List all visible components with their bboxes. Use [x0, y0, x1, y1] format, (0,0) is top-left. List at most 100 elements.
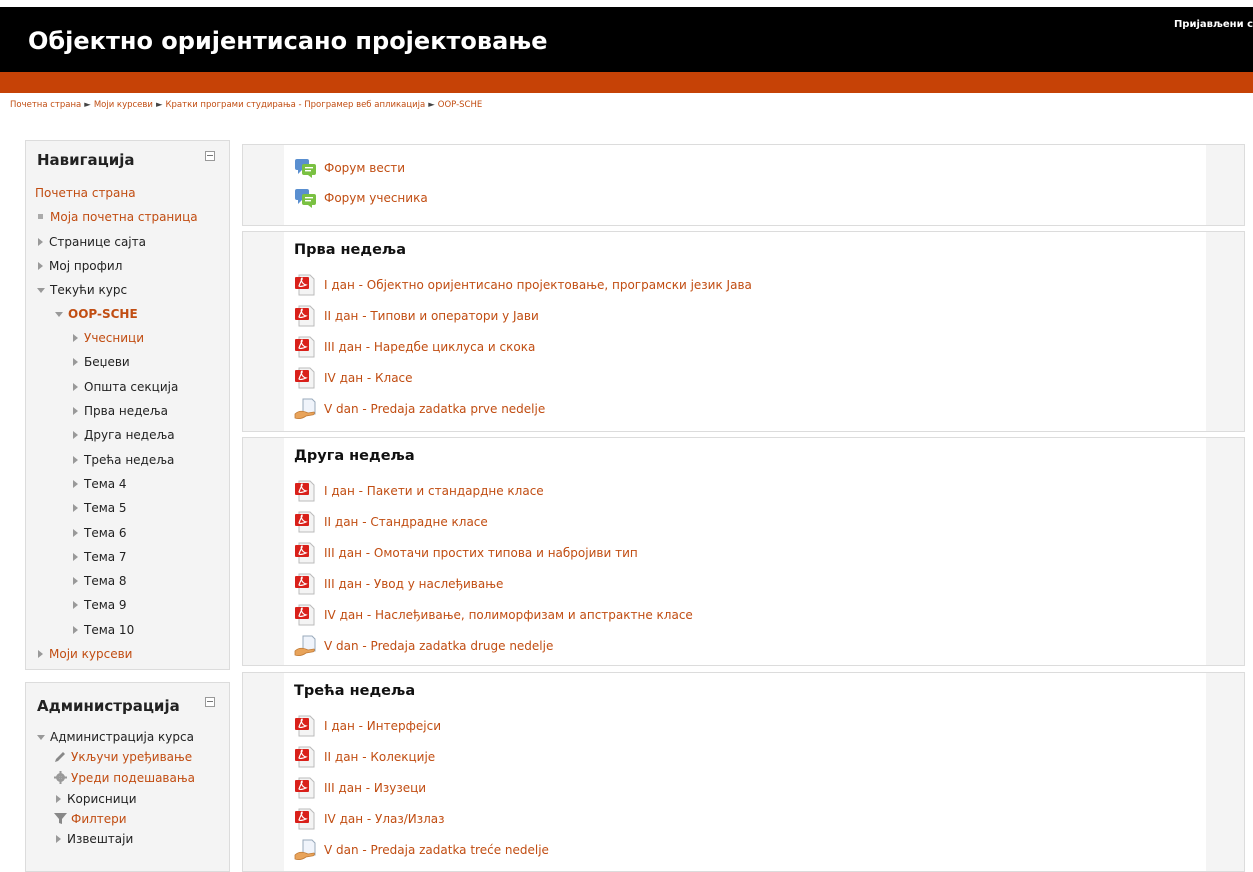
breadcrumb: Почетна страна ► Моји курсеви ► Кратки прогр… — [10, 100, 482, 110]
expand-arrow-icon — [73, 553, 78, 561]
admin-filters[interactable]: Филтери — [54, 811, 127, 827]
site-title[interactable]: Објектно оријентисано пројектовање — [28, 27, 547, 55]
navigation-block: Навигација Почетна страна Моја почетна с… — [25, 140, 230, 670]
nav-topic-4[interactable]: Тема 4 — [73, 476, 127, 492]
nav-topic-9-label: Тема 9 — [84, 598, 127, 612]
nav-topic-10-label: Тема 10 — [84, 623, 135, 637]
forum-icon — [294, 187, 318, 209]
nav-course-code[interactable]: OOP-SCHE — [55, 306, 138, 322]
nav-my-home-label: Моја почетна страница — [50, 210, 198, 224]
nav-topic-9[interactable]: Тема 9 — [73, 597, 127, 613]
admin-reports-label: Извештаји — [67, 832, 134, 846]
breadcrumb-course[interactable]: OOP-SCHE — [438, 100, 482, 110]
section-title: Друга недеља — [294, 448, 415, 464]
nav-participants-label: Учесници — [84, 331, 144, 345]
section-week-2: Друга недеља I дан - Пакети и стандардне… — [242, 437, 1245, 666]
nav-topic-6[interactable]: Тема 6 — [73, 525, 127, 541]
page-header: Објектно оријентисано пројектовање Прија… — [0, 7, 1253, 72]
activity-label: II дан - Типови и оператори у Јави — [324, 309, 539, 323]
expand-arrow-icon — [73, 383, 78, 391]
nav-topic-8-label: Тема 8 — [84, 574, 127, 588]
expand-arrow-icon — [73, 334, 78, 342]
expand-arrow-icon — [73, 601, 78, 609]
activity-label: IV дан - Класе — [324, 371, 413, 385]
nav-current-course[interactable]: Текући курс — [37, 282, 127, 298]
admin-filters-label: Филтери — [71, 812, 127, 826]
admin-course-administration-label: Администрација курса — [50, 730, 194, 744]
nav-badges-label: Беџеви — [84, 355, 130, 369]
pdf-icon — [294, 511, 318, 533]
nav-home-link[interactable]: Почетна страна — [35, 185, 136, 201]
expand-arrow-icon — [73, 431, 78, 439]
nav-week-1[interactable]: Прва недеља — [73, 403, 168, 419]
nav-course-code-label: OOP-SCHE — [68, 307, 138, 321]
admin-reports[interactable]: Извештаји — [56, 831, 133, 847]
pdf-icon — [294, 746, 318, 768]
pdf-icon — [294, 274, 318, 296]
activity-label: Форум учесника — [324, 191, 428, 205]
bullet-icon — [38, 214, 43, 219]
administration-block: Администрација Администрација курса Укљу… — [25, 682, 230, 872]
nav-week-2[interactable]: Друга недеља — [73, 427, 175, 443]
nav-topic-10[interactable]: Тема 10 — [73, 622, 134, 638]
collapse-arrow-icon — [37, 288, 45, 293]
assignment-icon — [294, 635, 318, 657]
activity-label: II дан - Колекције — [324, 750, 436, 764]
login-info: Пријављени с — [1173, 19, 1253, 30]
nav-site-pages-label: Странице сајта — [49, 235, 146, 249]
forum-icon — [294, 157, 318, 179]
nav-topic-7-label: Тема 7 — [84, 550, 127, 564]
admin-users-label: Корисници — [67, 792, 137, 806]
breadcrumb-separator: ► — [155, 100, 163, 110]
nav-my-profile[interactable]: Мој профил — [38, 258, 122, 274]
activity-label: I дан - Пакети и стандардне класе — [324, 484, 544, 498]
nav-week-1-label: Прва недеља — [84, 404, 168, 418]
nav-topic-8[interactable]: Тема 8 — [73, 573, 127, 589]
admin-edit-settings[interactable]: Уреди подешавања — [54, 770, 195, 786]
breadcrumb-category[interactable]: Кратки програми студирања - Програмер ве… — [165, 100, 425, 110]
nav-participants[interactable]: Учесници — [73, 330, 144, 346]
pdf-icon — [294, 367, 318, 389]
section-title: Прва недеља — [294, 242, 407, 258]
activity-label: III дан - Изузеци — [324, 781, 427, 795]
nav-my-home[interactable]: Моја почетна страница — [38, 209, 198, 225]
activity-label: IV дан - Наслеђивање, полиморфизам и апс… — [324, 608, 693, 622]
expand-arrow-icon — [73, 358, 78, 366]
admin-edit-settings-label: Уреди подешавања — [71, 771, 195, 785]
expand-arrow-icon — [56, 795, 61, 803]
nav-site-pages[interactable]: Странице сајта — [38, 234, 146, 250]
assignment-icon — [294, 839, 318, 861]
expand-arrow-icon — [73, 529, 78, 537]
activity-label: I дан - Интерфејси — [324, 719, 441, 733]
nav-week-3[interactable]: Трећа недеља — [73, 452, 174, 468]
expand-arrow-icon — [73, 456, 78, 464]
assignment-icon — [294, 398, 318, 420]
nav-week-2-label: Друга недеља — [84, 428, 175, 442]
activity-label: II дан - Стандрадне класе — [324, 515, 488, 529]
expand-arrow-icon — [38, 238, 43, 246]
activity-label: I дан - Објектно оријентисано пројектова… — [324, 278, 752, 292]
activity-label: III дан - Наредбе циклуса и скока — [324, 340, 536, 354]
section-title: Трећа недеља — [294, 683, 416, 699]
gear-icon — [54, 771, 67, 784]
pencil-icon — [55, 752, 65, 762]
nav-topic-5[interactable]: Тема 5 — [73, 500, 127, 516]
expand-arrow-icon — [73, 577, 78, 585]
expand-arrow-icon — [38, 262, 43, 270]
expand-arrow-icon — [73, 626, 78, 634]
breadcrumb-my-courses[interactable]: Моји курсеви — [94, 100, 153, 110]
nav-topic-7[interactable]: Тема 7 — [73, 549, 127, 565]
pdf-icon — [294, 573, 318, 595]
expand-arrow-icon — [38, 650, 43, 658]
collapse-arrow-icon — [37, 735, 45, 740]
breadcrumb-home[interactable]: Почетна страна — [10, 100, 81, 110]
section-week-1: Прва недеља I дан - Објектно оријентисан… — [242, 231, 1245, 432]
nav-badges[interactable]: Беџеви — [73, 354, 130, 370]
admin-course-administration[interactable]: Администрација курса — [37, 729, 194, 745]
nav-general-section[interactable]: Општа секција — [73, 379, 178, 395]
nav-my-courses[interactable]: Моји курсеви — [38, 646, 132, 662]
admin-turn-editing-on[interactable]: Укључи уређивање — [54, 749, 192, 765]
admin-turn-editing-on-label: Укључи уређивање — [71, 750, 193, 764]
nav-my-courses-label: Моји курсеви — [49, 647, 133, 661]
admin-users[interactable]: Корисници — [56, 791, 137, 807]
